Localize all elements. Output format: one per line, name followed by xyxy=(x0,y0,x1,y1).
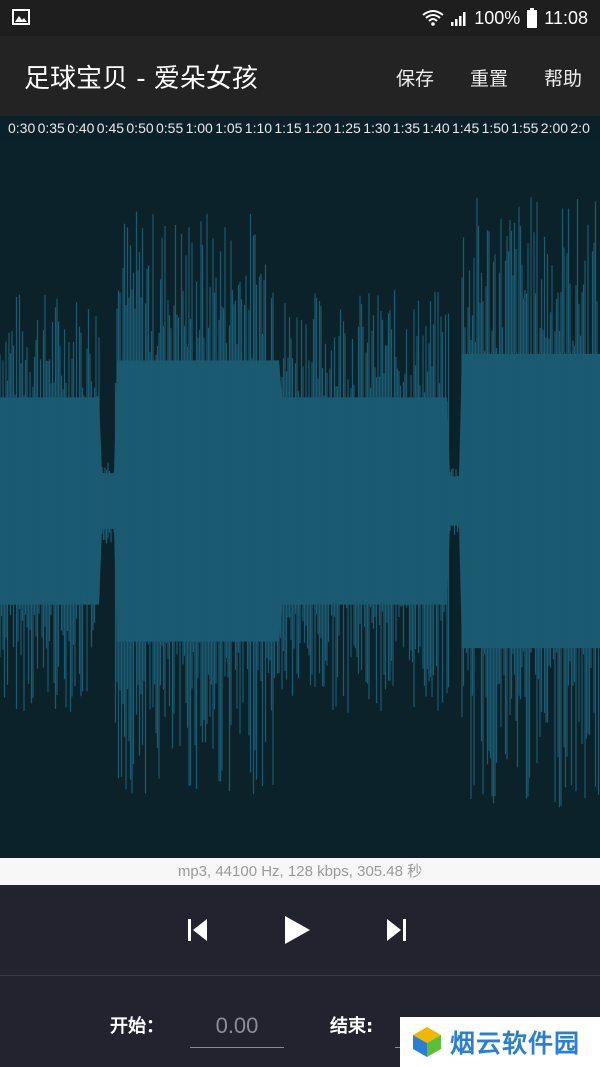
end-label: 结束: xyxy=(330,1016,374,1037)
timeline-tick: 1:15 xyxy=(274,120,302,136)
waveform-graphic[interactable] xyxy=(0,142,600,858)
timeline-tick: 1:10 xyxy=(244,120,273,136)
timeline-tick: 1:55 xyxy=(511,120,539,136)
battery-percent: 100% xyxy=(474,7,521,28)
save-button[interactable]: 保存 xyxy=(396,64,434,91)
clock: 11:08 xyxy=(544,7,588,28)
start-label: 开始： xyxy=(110,1016,164,1037)
timeline-tick: 1:50 xyxy=(481,120,509,136)
timeline-tick: 0:35 xyxy=(37,120,65,136)
waveform-view[interactable] xyxy=(0,142,600,858)
play-icon[interactable] xyxy=(282,913,312,947)
watermark-text: 烟云软件园 xyxy=(450,1029,581,1058)
timeline-tick: 1:25 xyxy=(333,120,361,136)
timeline-tick: 1:20 xyxy=(304,120,332,136)
signal-icon xyxy=(451,12,466,26)
skip-next-icon[interactable] xyxy=(384,913,408,947)
page-title: 足球宝贝 - 爱朵女孩 xyxy=(24,64,258,94)
timeline-tick: 0:55 xyxy=(156,120,184,136)
wifi-icon xyxy=(422,10,444,26)
app-toolbar: 足球宝贝 - 爱朵女孩 保存 重置 帮助 xyxy=(0,36,600,116)
timeline-tick: 1:05 xyxy=(215,120,243,136)
timeline-tick: 1:30 xyxy=(363,120,391,136)
toolbar-actions: 保存 重置 帮助 xyxy=(396,64,582,91)
watermark: 烟云软件园 xyxy=(400,1017,600,1067)
image-icon xyxy=(12,9,30,25)
transport-bar xyxy=(0,885,600,975)
timeline-tick: 1:00 xyxy=(185,120,213,136)
timeline-tick: 2:0 xyxy=(570,120,590,136)
timeline-tick: 2:00 xyxy=(540,120,569,136)
controls-divider xyxy=(0,975,600,976)
start-time-field[interactable] xyxy=(190,1005,284,1048)
timeline-tick: 1:40 xyxy=(422,120,450,136)
battery-icon xyxy=(527,8,538,28)
skip-previous-icon[interactable] xyxy=(186,913,210,947)
audio-info: mp3, 44100 Hz, 128 kbps, 305.48 秒 xyxy=(0,858,600,885)
reset-button[interactable]: 重置 xyxy=(470,64,508,91)
status-bar: 100% 11:08 xyxy=(0,0,600,36)
help-button[interactable]: 帮助 xyxy=(544,64,582,91)
timeline-tick: 0:30 xyxy=(8,120,36,136)
timeline-tick: 0:50 xyxy=(126,120,154,136)
timeline-tick: 0:40 xyxy=(67,120,95,136)
timeline-tick: 0:45 xyxy=(96,120,125,136)
watermark-logo-icon xyxy=(413,1027,441,1057)
timeline-ruler[interactable]: 0:30 0:35 0:40 0:45 0:50 0:55 1:00 1:05 1:10 1:15… xyxy=(0,116,600,142)
timeline-tick: 1:35 xyxy=(392,120,421,136)
timeline-tick: 1:45 xyxy=(452,120,480,136)
